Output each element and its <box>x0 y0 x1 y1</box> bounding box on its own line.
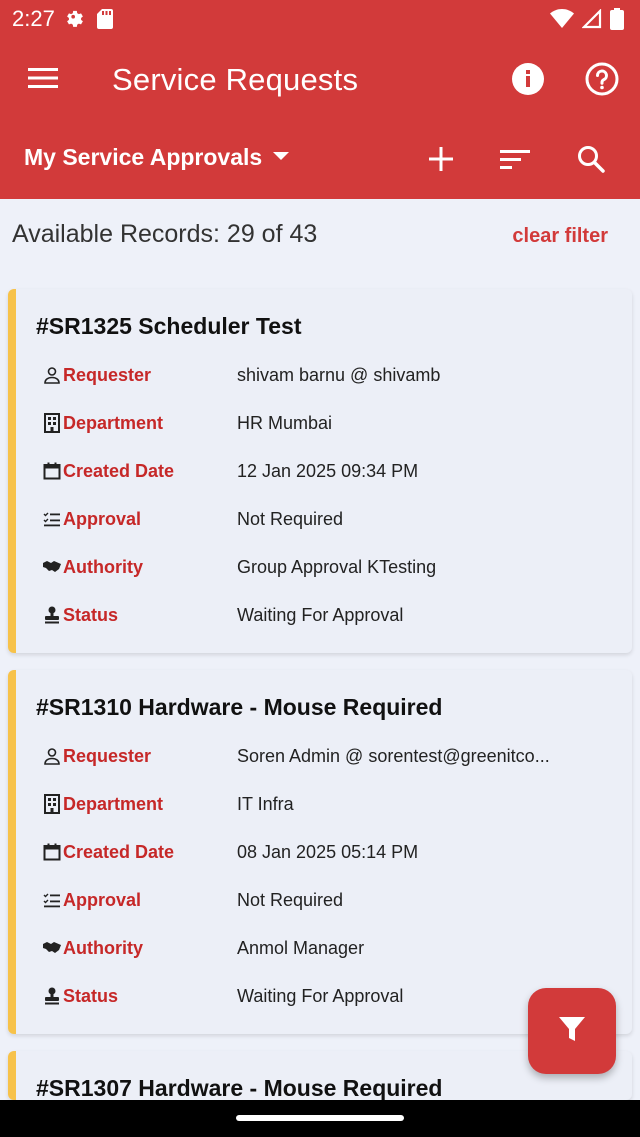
field-value: Soren Admin @ sorentest@greenitco... <box>237 745 550 766</box>
dropdown-arrow-icon <box>272 149 290 167</box>
field-value: Not Required <box>237 889 344 910</box>
sd-card-icon <box>96 8 114 30</box>
status-time: 2:27 <box>12 6 55 31</box>
field-value: shivam barnu @ shivamb <box>237 364 441 385</box>
field-value: Not Required <box>237 508 344 529</box>
menu-button[interactable] <box>20 60 66 100</box>
field-label: Approval <box>63 508 142 529</box>
building-icon <box>42 794 62 814</box>
person-icon <box>42 365 62 385</box>
filter-button[interactable] <box>528 988 616 1074</box>
records-count: Available Records: 29 of 43 <box>12 220 318 248</box>
stamp-icon <box>42 986 62 1006</box>
field-row-status: Status Waiting For Approval <box>42 600 622 630</box>
field-row-authority: Authority Anmol Manager <box>42 933 622 963</box>
view-selector-dropdown[interactable]: My Service Approvals <box>24 144 290 171</box>
building-icon <box>42 413 62 433</box>
clear-filter-link[interactable]: clear filter <box>512 225 608 248</box>
field-label: Status <box>63 985 119 1006</box>
field-label: Created Date <box>63 841 175 862</box>
field-row-created-date: Created Date 08 Jan 2025 05:14 PM <box>42 837 622 867</box>
search-icon <box>577 145 605 178</box>
filter-icon <box>558 1016 586 1047</box>
checklist-icon <box>42 509 62 529</box>
home-gesture-handle[interactable] <box>236 1115 404 1121</box>
cell-signal-icon <box>582 9 602 29</box>
wifi-icon <box>550 9 574 29</box>
field-label: Requester <box>63 364 152 385</box>
stamp-icon <box>42 605 62 625</box>
person-icon <box>42 746 62 766</box>
system-navigation-bar <box>0 1100 640 1137</box>
field-label: Authority <box>63 556 143 577</box>
field-label: Department <box>63 412 164 433</box>
card-accent-bar <box>8 1051 16 1100</box>
sort-button[interactable] <box>494 140 536 182</box>
info-icon <box>511 62 545 101</box>
field-value: HR Mumbai <box>237 412 333 433</box>
page-title: Service Requests <box>112 62 359 97</box>
field-label: Status <box>63 604 119 625</box>
field-row-approval: Approval Not Required <box>42 885 622 915</box>
field-row-requester: Requester Soren Admin @ sorentest@greeni… <box>42 741 622 771</box>
info-button[interactable] <box>508 61 548 101</box>
field-value: 08 Jan 2025 05:14 PM <box>237 841 419 862</box>
card-accent-bar <box>8 289 16 653</box>
calendar-icon <box>42 461 62 481</box>
field-row-department: Department IT Infra <box>42 789 622 819</box>
sort-icon <box>500 148 530 175</box>
handshake-icon <box>42 557 62 577</box>
field-row-created-date: Created Date 12 Jan 2025 09:34 PM <box>42 456 622 486</box>
add-button[interactable] <box>420 140 462 182</box>
app-header: 2:27 Service Requests My Service Approva… <box>0 0 640 199</box>
field-label: Approval <box>63 889 142 910</box>
field-row-requester: Requester shivam barnu @ shivamb <box>42 360 622 390</box>
menu-icon <box>27 66 59 95</box>
field-label: Authority <box>63 937 143 958</box>
service-request-card[interactable]: #SR1325 Scheduler Test Requester shivam … <box>8 289 632 653</box>
help-icon <box>585 62 619 101</box>
service-request-card[interactable]: #SR1310 Hardware - Mouse Required Reques… <box>8 670 632 1034</box>
field-row-department: Department HR Mumbai <box>42 408 622 438</box>
search-button[interactable] <box>570 140 612 182</box>
field-value: Waiting For Approval <box>237 604 404 625</box>
field-value: IT Infra <box>237 793 294 814</box>
field-label: Created Date <box>63 460 175 481</box>
status-bar: 2:27 <box>0 0 640 40</box>
calendar-icon <box>42 842 62 862</box>
field-value: Group Approval KTesting <box>237 556 437 577</box>
field-label: Requester <box>63 745 152 766</box>
card-title: #SR1310 Hardware - Mouse Required <box>36 694 443 720</box>
field-row-approval: Approval Not Required <box>42 504 622 534</box>
field-value: 12 Jan 2025 09:34 PM <box>237 460 419 481</box>
field-row-authority: Authority Group Approval KTesting <box>42 552 622 582</box>
add-icon <box>428 146 454 177</box>
field-label: Department <box>63 793 164 814</box>
card-accent-bar <box>8 670 16 1034</box>
handshake-icon <box>42 938 62 958</box>
battery-icon <box>610 8 624 30</box>
field-value: Anmol Manager <box>237 937 365 958</box>
settings-gear-icon <box>64 8 86 30</box>
help-button[interactable] <box>582 61 622 101</box>
checklist-icon <box>42 890 62 910</box>
card-title: #SR1307 Hardware - Mouse Required <box>36 1075 443 1100</box>
view-selector-label: My Service Approvals <box>24 144 263 170</box>
card-title: #SR1325 Scheduler Test <box>36 313 302 339</box>
